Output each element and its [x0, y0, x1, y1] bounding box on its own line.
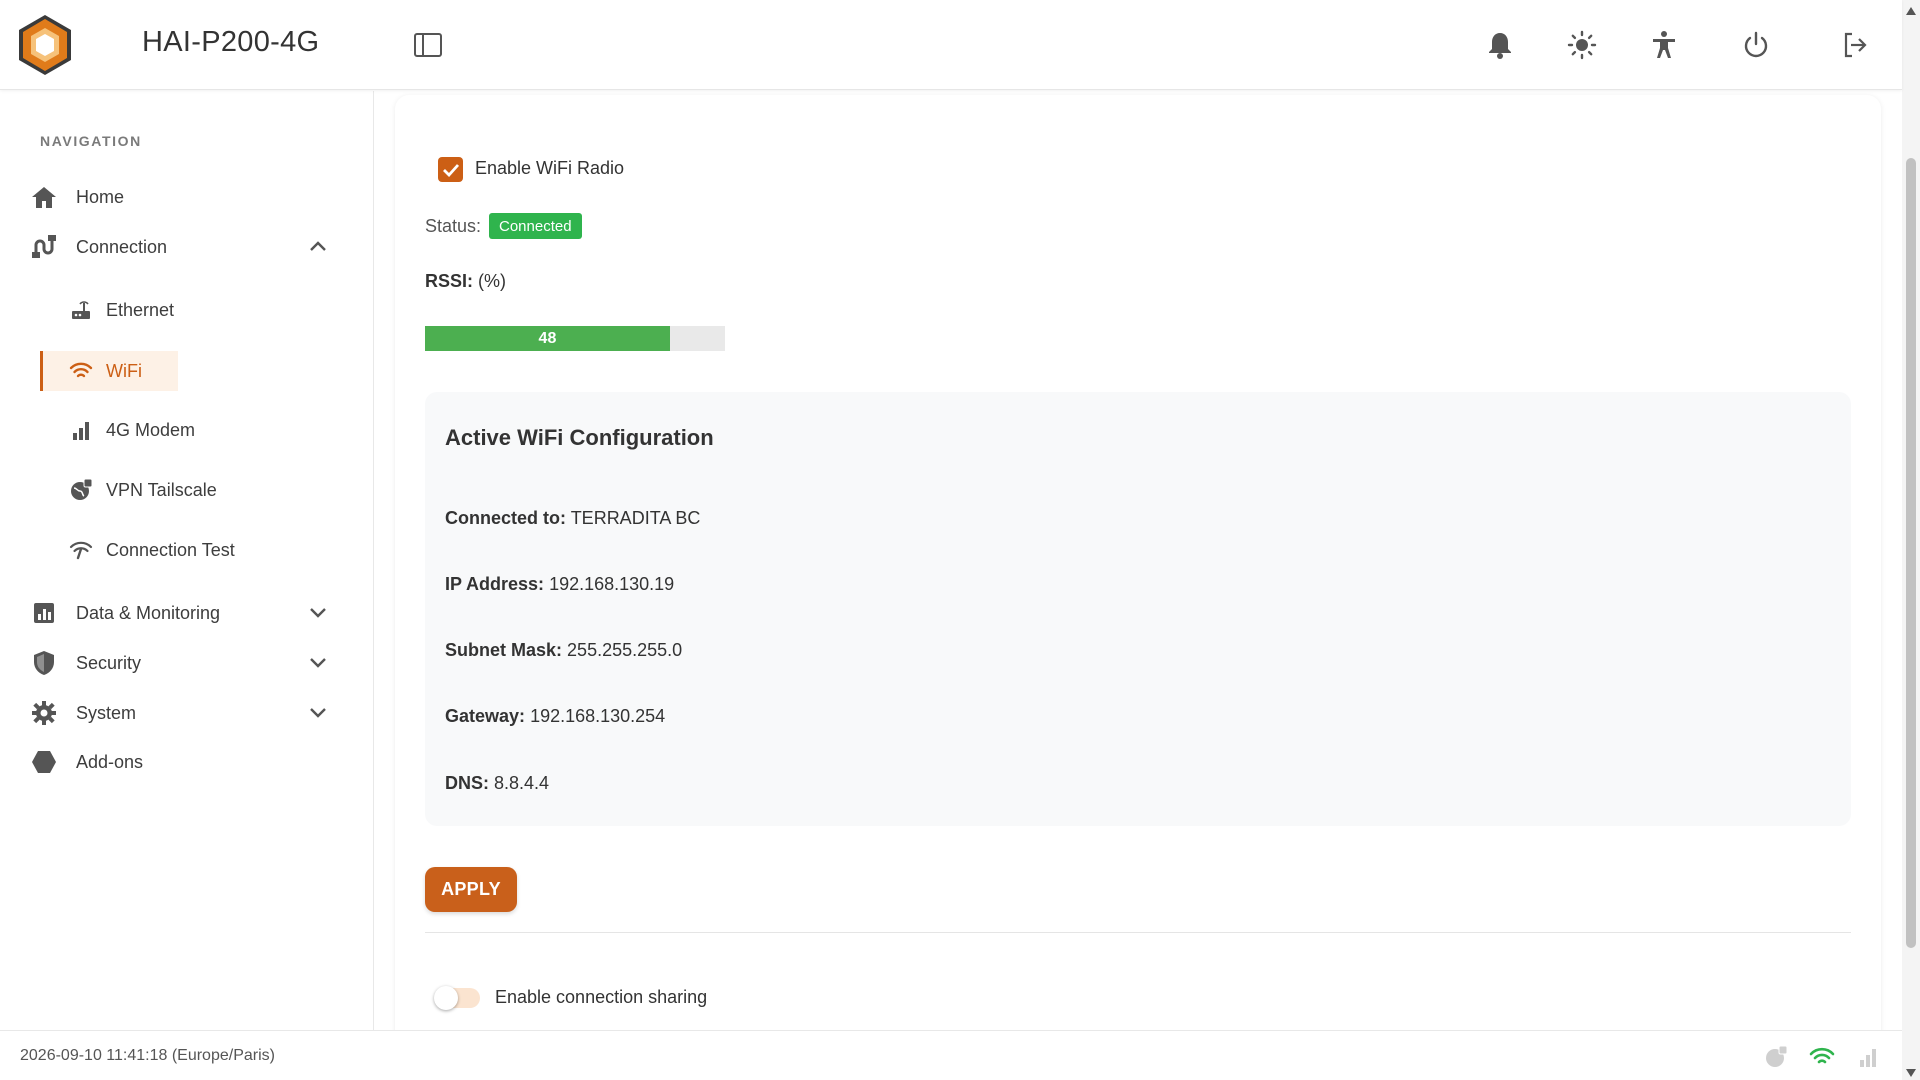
sidebar-item-label: Home [76, 186, 125, 207]
page-scrollbar[interactable] [1902, 0, 1920, 1080]
sidebar-item-4g-modem[interactable]: 4G Modem [40, 410, 195, 450]
ip-address-row: IP Address: 192.168.130.19 [445, 574, 674, 595]
sidebar: NAVIGATION Home Connection Ethernet WiFi… [0, 91, 374, 1030]
subnet-mask-value: 255.255.255.0 [567, 640, 683, 660]
sidebar-item-ethernet[interactable]: Ethernet [40, 290, 174, 330]
status-badge: Connected [489, 213, 582, 239]
accessibility-icon[interactable] [1647, 28, 1681, 62]
rssi-unit: (%) [478, 271, 507, 291]
sidebar-item-connection[interactable]: Connection [28, 225, 167, 269]
dns-row: DNS: 8.8.4.4 [445, 773, 549, 794]
wifi-test-icon [68, 537, 94, 563]
rssi-progress-bar: 48 [425, 326, 725, 351]
logout-icon[interactable] [1838, 28, 1872, 62]
chevron-down-icon[interactable] [304, 598, 332, 626]
vpn-status-icon [1762, 1043, 1790, 1071]
top-header: HAI-P200-4G [0, 0, 1902, 90]
sidebar-item-label: Security [76, 652, 142, 673]
sidebar-item-label: Connection [76, 236, 168, 257]
sidebar-item-security[interactable]: Security [28, 641, 141, 685]
sidebar-item-label: Connection Test [106, 539, 235, 560]
globe-lock-icon [68, 477, 94, 503]
gear-icon [28, 697, 60, 729]
sun-icon[interactable] [1565, 28, 1599, 62]
app-title: HAI-P200-4G [142, 26, 320, 58]
scroll-up-arrow-icon[interactable] [1905, 3, 1917, 15]
sidebar-item-connection-test[interactable]: Connection Test [40, 530, 235, 570]
app-logo [16, 13, 74, 77]
section-divider [425, 932, 1851, 933]
sidebar-item-label: 4G Modem [106, 419, 196, 440]
rssi-progress-fill: 48 [425, 326, 670, 351]
status-label: Status: [425, 216, 482, 236]
chart-icon [28, 597, 60, 629]
connected-to-row: Connected to: TERRADITA BC [445, 508, 700, 529]
nav-heading: NAVIGATION [40, 133, 142, 149]
gateway-label: Gateway: [445, 706, 526, 726]
chevron-down-icon[interactable] [304, 648, 332, 676]
shield-icon [28, 647, 60, 679]
home-icon [28, 181, 60, 213]
sidebar-item-label: WiFi [106, 360, 142, 381]
sidebar-item-wifi[interactable]: WiFi [40, 351, 178, 391]
sidebar-item-label: System [76, 702, 137, 723]
sidebar-item-add-ons[interactable]: Add-ons [28, 740, 143, 784]
scroll-thumb[interactable] [1906, 158, 1916, 948]
chevron-up-icon[interactable] [304, 232, 332, 260]
active-config-panel [425, 392, 1851, 826]
sidebar-item-label: Add-ons [76, 751, 144, 772]
config-title: Active WiFi Configuration [445, 425, 714, 450]
chevron-down-icon[interactable] [304, 698, 332, 726]
enable-wifi-label: Enable WiFi Radio [475, 158, 625, 178]
sidebar-item-data-monitoring[interactable]: Data & Monitoring [28, 591, 220, 635]
bell-icon[interactable] [1483, 28, 1517, 62]
connection-sharing-label: Enable connection sharing [495, 987, 708, 1007]
dns-value: 8.8.4.4 [494, 773, 550, 793]
sidebar-toggle-icon[interactable] [412, 29, 444, 61]
footer-datetime: 2026-09-10 11:41:18 (Europe/Paris) [20, 1047, 275, 1064]
connected-to-value: TERRADITA BC [570, 508, 701, 528]
ip-address-label: IP Address: [445, 574, 545, 594]
cellular-status-icon [1854, 1043, 1882, 1071]
sidebar-item-vpn-tailscale[interactable]: VPN Tailscale [40, 470, 217, 510]
connection-sharing-toggle[interactable] [434, 986, 480, 1010]
sidebar-item-home[interactable]: Home [28, 175, 124, 219]
enable-wifi-checkbox[interactable] [438, 157, 463, 182]
signal-bars-icon [68, 417, 94, 443]
gateway-row: Gateway: 192.168.130.254 [445, 706, 665, 727]
subnet-mask-label: Subnet Mask: [445, 640, 563, 660]
sidebar-item-system[interactable]: System [28, 691, 136, 735]
scroll-down-arrow-icon[interactable] [1905, 1065, 1917, 1077]
ip-address-value: 192.168.130.19 [549, 574, 675, 594]
rssi-label: RSSI: [425, 271, 474, 291]
connection-icon [28, 231, 60, 263]
subnet-mask-row: Subnet Mask: 255.255.255.0 [445, 640, 682, 661]
status-footer: 2026-09-10 11:41:18 (Europe/Paris) [0, 1030, 1902, 1080]
rssi-value: 48 [538, 329, 557, 347]
toggle-knob [434, 986, 458, 1010]
power-icon[interactable] [1739, 28, 1773, 62]
rssi-line: RSSI: (%) [425, 271, 506, 292]
connected-to-label: Connected to: [445, 508, 566, 528]
sidebar-item-label: Ethernet [106, 299, 175, 320]
sidebar-item-label: Data & Monitoring [76, 602, 221, 623]
gateway-value: 192.168.130.254 [530, 706, 666, 726]
check-icon [442, 163, 459, 177]
wifi-status-icon [1808, 1043, 1836, 1071]
sidebar-item-label: VPN Tailscale [106, 479, 217, 500]
router-icon [68, 297, 94, 323]
apply-button[interactable]: APPLY [425, 867, 517, 912]
hexagon-icon [28, 746, 60, 778]
wifi-icon [68, 358, 94, 384]
dns-label: DNS: [445, 773, 489, 793]
